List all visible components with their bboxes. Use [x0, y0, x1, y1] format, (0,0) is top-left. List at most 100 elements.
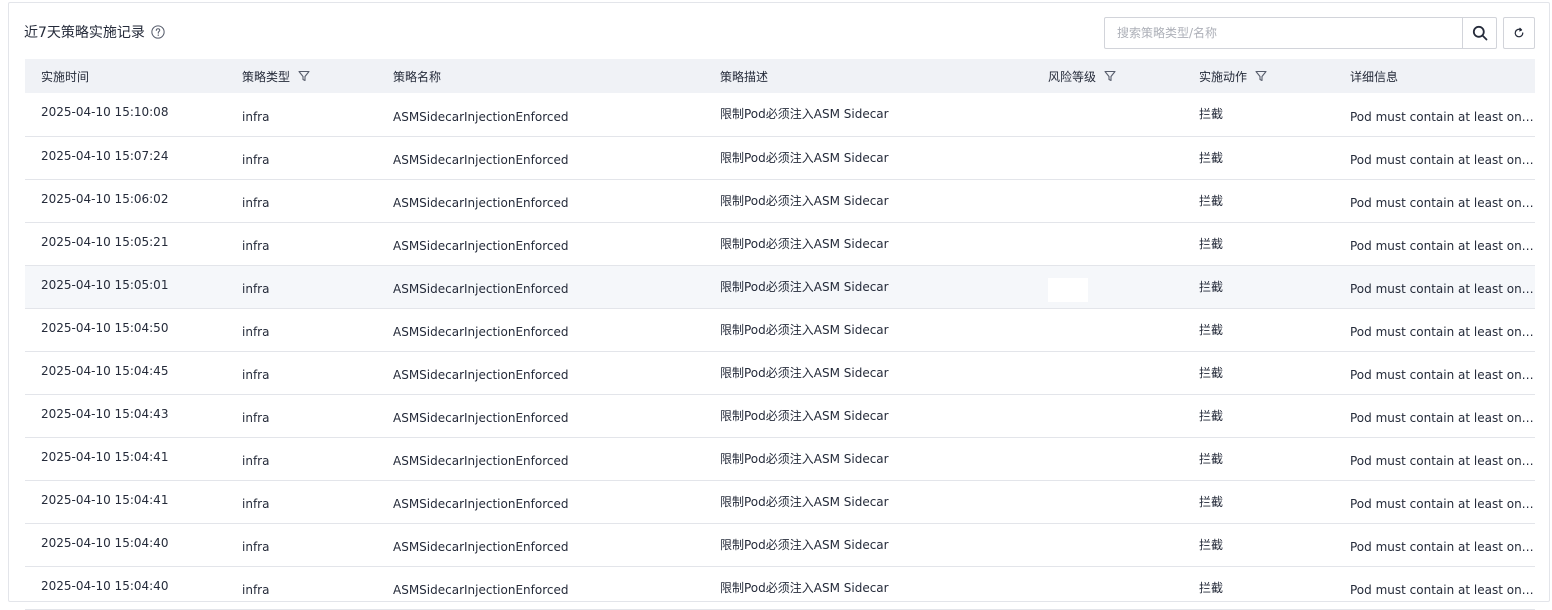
column-header-detail[interactable]: 详细信息: [1334, 59, 1535, 93]
cell-desc: 限制Pod必须注入ASM Sidecar: [720, 279, 889, 294]
cell-desc: 限制Pod必须注入ASM Sidecar: [720, 107, 889, 121]
table-row[interactable]: 2025-04-10 15:04:40 infra ASMSidecarInject…: [25, 523, 1535, 566]
cell-name: ASMSidecarInjectionEnforced: [393, 325, 569, 339]
cell-desc: 限制Pod必须注入ASM Sidecar: [720, 322, 889, 337]
cell-detail[interactable]: Pod must contain at least one ...: [1334, 222, 1535, 265]
cell-risk: [1032, 265, 1183, 308]
table-row[interactable]: 2025-04-10 15:04:41 infra ASMSidecarInject…: [25, 437, 1535, 480]
cell-action: 拦截: [1199, 279, 1224, 294]
cell-action: 拦截: [1199, 494, 1224, 509]
column-header-type[interactable]: 策略类型: [226, 59, 377, 93]
cell-time: 2025-04-10 15:04:45: [41, 363, 169, 378]
search-box: [1104, 17, 1497, 49]
cell-risk: [1032, 394, 1183, 437]
cell-detail[interactable]: Pod must contain at least one ...: [1334, 136, 1535, 179]
cell-name: ASMSidecarInjectionEnforced: [393, 153, 569, 167]
cell-risk: [1032, 308, 1183, 351]
table-row[interactable]: 2025-04-10 15:04:40 infra ASMSidecarInject…: [25, 566, 1535, 609]
cell-action: 拦截: [1199, 322, 1224, 337]
table-row[interactable]: 2025-04-10 15:07:24 infra ASMSidecarInject…: [25, 136, 1535, 179]
cell-name: ASMSidecarInjectionEnforced: [393, 497, 569, 511]
cell-detail[interactable]: Pod must contain at least one ...: [1334, 437, 1535, 480]
cell-detail[interactable]: Pod must contain at least one ...: [1334, 394, 1535, 437]
table-row[interactable]: 2025-04-10 15:06:02 infra ASMSidecarInject…: [25, 179, 1535, 222]
column-header-desc[interactable]: 策略描述: [704, 59, 1032, 93]
column-header-name[interactable]: 策略名称: [377, 59, 704, 93]
filter-icon[interactable]: [1255, 70, 1267, 82]
search-icon: [1472, 25, 1487, 41]
cell-name: ASMSidecarInjectionEnforced: [393, 583, 569, 597]
cell-time: 2025-04-10 15:10:08: [41, 105, 169, 119]
question-circle-icon[interactable]: [151, 25, 165, 39]
cell-desc: 限制Pod必须注入ASM Sidecar: [720, 580, 889, 595]
cell-action: 拦截: [1199, 408, 1224, 423]
cell-name: ASMSidecarInjectionEnforced: [393, 239, 569, 253]
cell-action: 拦截: [1199, 193, 1224, 208]
cell-name: ASMSidecarInjectionEnforced: [393, 368, 569, 382]
cell-type: infra: [242, 196, 270, 210]
cell-time: 2025-04-10 15:04:41: [41, 449, 169, 464]
filter-icon[interactable]: [298, 70, 310, 82]
refresh-button[interactable]: [1503, 17, 1535, 49]
cell-detail[interactable]: Pod must contain at least one ...: [1334, 523, 1535, 566]
panel-title: 近7天策略实施记录: [24, 25, 145, 41]
panel-header: 近7天策略实施记录: [24, 22, 165, 42]
cell-desc: 限制Pod必须注入ASM Sidecar: [720, 365, 889, 380]
filter-icon[interactable]: [1104, 70, 1116, 82]
risk-level-badge: [1048, 277, 1088, 302]
cell-name: ASMSidecarInjectionEnforced: [393, 282, 569, 296]
cell-detail[interactable]: Pod must contain at least one ...: [1334, 308, 1535, 351]
cell-action: 拦截: [1199, 537, 1224, 552]
cell-desc: 限制Pod必须注入ASM Sidecar: [720, 537, 889, 552]
cell-risk: [1032, 437, 1183, 480]
cell-type: infra: [242, 109, 270, 124]
cell-desc: 限制Pod必须注入ASM Sidecar: [720, 236, 889, 251]
search-input[interactable]: [1105, 18, 1462, 48]
cell-detail[interactable]: Pod must contain at least one ...: [1334, 93, 1535, 136]
cell-action: 拦截: [1199, 580, 1224, 595]
table-row[interactable]: 2025-04-10 15:04:45 infra ASMSidecarInject…: [25, 351, 1535, 394]
cell-time: 2025-04-10 15:04:41: [41, 492, 169, 507]
cell-name: ASMSidecarInjectionEnforced: [393, 540, 569, 554]
cell-action: 拦截: [1199, 107, 1224, 121]
cell-risk: [1032, 93, 1183, 136]
cell-detail[interactable]: Pod must contain at least one ...: [1334, 480, 1535, 523]
table-row[interactable]: 2025-04-10 15:04:43 infra ASMSidecarInject…: [25, 394, 1535, 437]
cell-risk: [1032, 222, 1183, 265]
cell-risk: [1032, 351, 1183, 394]
cell-risk: [1032, 136, 1183, 179]
cell-detail[interactable]: Pod must contain at least one ...: [1334, 351, 1535, 394]
cell-risk: [1032, 179, 1183, 222]
cell-time: 2025-04-10 15:07:24: [41, 148, 169, 163]
table-row[interactable]: 2025-04-10 15:04:41 infra ASMSidecarInject…: [25, 480, 1535, 523]
cell-desc: 限制Pod必须注入ASM Sidecar: [720, 451, 889, 466]
cell-type: infra: [242, 497, 270, 511]
search-button[interactable]: [1462, 18, 1496, 48]
cell-time: 2025-04-10 15:04:43: [41, 406, 169, 421]
cell-type: infra: [242, 454, 270, 468]
cell-time: 2025-04-10 15:04:50: [41, 320, 169, 335]
cell-type: infra: [242, 325, 270, 339]
column-header-risk[interactable]: 风险等级: [1032, 59, 1183, 93]
column-header-time[interactable]: 实施时间: [25, 59, 226, 93]
cell-risk: [1032, 566, 1183, 609]
cell-name: ASMSidecarInjectionEnforced: [393, 454, 569, 468]
cell-type: infra: [242, 153, 270, 167]
cell-type: infra: [242, 583, 270, 597]
column-header-action[interactable]: 实施动作: [1183, 59, 1334, 93]
cell-time: 2025-04-10 15:04:40: [41, 578, 169, 593]
refresh-icon: [1514, 27, 1524, 38]
table-row[interactable]: 2025-04-10 15:10:08 infra ASMSidecarInject…: [25, 93, 1535, 136]
cell-desc: 限制Pod必须注入ASM Sidecar: [720, 150, 889, 165]
records-table: 实施时间 策略类型 策略名称 策略描述 风险等级 实施动作 详细信息 2025-…: [25, 59, 1535, 610]
cell-detail[interactable]: Pod must contain at least one ...: [1334, 265, 1535, 308]
cell-desc: 限制Pod必须注入ASM Sidecar: [720, 494, 889, 509]
cell-detail[interactable]: Pod must contain at least one ...: [1334, 179, 1535, 222]
cell-name: ASMSidecarInjectionEnforced: [393, 109, 569, 124]
cell-type: infra: [242, 540, 270, 554]
table-row[interactable]: 2025-04-10 15:05:21 infra ASMSidecarInject…: [25, 222, 1535, 265]
table-row[interactable]: 2025-04-10 15:04:50 infra ASMSidecarInject…: [25, 308, 1535, 351]
cell-detail[interactable]: Pod must contain at least one ...: [1334, 566, 1535, 609]
cell-desc: 限制Pod必须注入ASM Sidecar: [720, 408, 889, 423]
table-row[interactable]: 2025-04-10 15:05:01 infra ASMSidecarInject…: [25, 265, 1535, 308]
